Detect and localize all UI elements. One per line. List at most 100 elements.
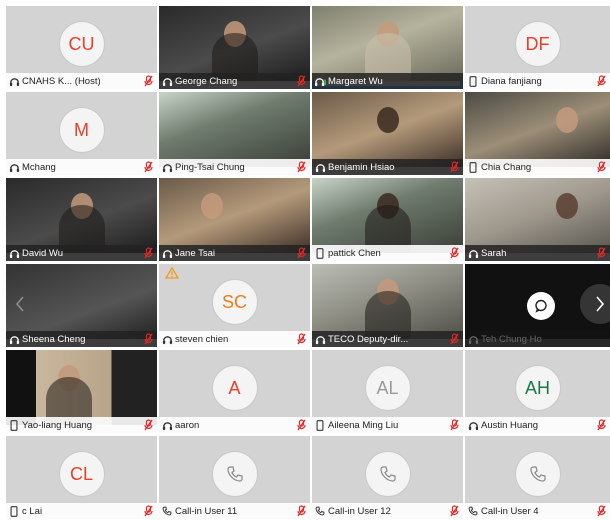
avatar: M [58, 107, 105, 153]
call-in-icon [312, 506, 328, 516]
avatar-initials: DF [525, 33, 550, 54]
mic-off-icon [142, 161, 154, 173]
participant-tile[interactable]: Sarah [465, 178, 610, 261]
video-feed [312, 6, 463, 81]
participant-tile[interactable]: A aaron [159, 350, 310, 433]
participant-name: Call-in User 4 [481, 505, 539, 517]
phone-device-icon [465, 75, 481, 87]
participant-tile[interactable]: Call-in User 4 [465, 436, 610, 519]
video-feed [312, 264, 463, 339]
video-feed [465, 92, 610, 167]
participant-tile[interactable]: M Mchang [6, 92, 157, 175]
participant-tile[interactable]: Ping-Tsai Chung [159, 92, 310, 175]
mic-off-icon [448, 333, 460, 345]
audio-active-icon [312, 76, 328, 87]
name-bar: Jane Tsai [159, 245, 310, 261]
name-bar: George Chang [159, 73, 310, 89]
previous-page-button[interactable] [12, 292, 28, 316]
participant-tile[interactable]: Benjamin Hsiao [312, 92, 463, 175]
video-face [555, 193, 578, 219]
mic-off-icon [142, 333, 154, 345]
participant-name: steven chien [175, 333, 229, 345]
video-face [555, 107, 578, 133]
participant-name: Teh Chung Ho [481, 333, 542, 345]
participant-tile[interactable]: SC steven chien [159, 264, 310, 347]
mic-off-icon [595, 419, 607, 431]
headphone-icon [6, 76, 22, 87]
participant-name: Chia Chang [481, 161, 532, 173]
mic-off-icon [295, 161, 307, 173]
video-feed [312, 178, 463, 253]
avatar-initials: M [74, 119, 89, 140]
participant-name: Mchang [22, 161, 56, 173]
video-face [200, 193, 223, 219]
headphone-icon [312, 162, 328, 173]
name-bar: Teh Chung Ho [465, 331, 610, 347]
participant-tile[interactable]: Call-in User 11 [159, 436, 310, 519]
video-feed [159, 6, 310, 81]
name-bar: CNAHS K... (Host) [6, 73, 157, 89]
participant-tile[interactable]: DF Diana fanjiang [465, 6, 610, 89]
name-bar: Call-in User 11 [159, 503, 310, 519]
participant-name: George Chang [175, 75, 238, 87]
participant-tile[interactable]: AL Aileena Ming Liu [312, 350, 463, 433]
participant-tile[interactable]: pattick Chen [312, 178, 463, 261]
participant-tile-active[interactable]: Margaret Wu [312, 6, 463, 89]
participant-name: Benjamin Hsiao [328, 161, 395, 173]
participant-name: TECO Deputy-dir... [328, 333, 409, 345]
avatar: AH [514, 365, 561, 411]
phone-device-icon [312, 419, 328, 431]
call-in-icon [159, 506, 175, 516]
name-bar: Ping-Tsai Chung [159, 159, 310, 175]
phone-avatar [514, 451, 561, 497]
phone-device-icon [312, 247, 328, 259]
mic-off-icon [448, 247, 460, 259]
name-bar: Sheena Cheng [6, 331, 157, 347]
headphone-icon [465, 420, 481, 431]
participant-tile[interactable]: AH Austin Huang [465, 350, 610, 433]
participant-name: David Wu [22, 247, 64, 259]
mic-off-icon [295, 333, 307, 345]
avatar: DF [514, 21, 561, 67]
participant-name: Aileena Ming Liu [328, 419, 399, 431]
participant-name: Jane Tsai [175, 247, 215, 259]
chat-button[interactable] [527, 292, 555, 320]
participant-name: Sheena Cheng [22, 333, 86, 345]
participant-tile[interactable]: CU CNAHS K... (Host) [6, 6, 157, 89]
name-bar: pattick Chen [312, 245, 463, 261]
participant-name: pattick Chen [328, 247, 381, 259]
video-feed [6, 178, 157, 253]
participant-tile[interactable]: David Wu [6, 178, 157, 261]
name-bar: Call-in User 12 [312, 503, 463, 519]
participant-tile[interactable]: CL c Lai [6, 436, 157, 519]
mic-off-icon [595, 161, 607, 173]
participant-tile[interactable]: George Chang [159, 6, 310, 89]
video-feed [6, 350, 157, 425]
headphone-icon [159, 248, 175, 259]
participant-name: Sarah [481, 247, 507, 259]
name-bar: Diana fanjiang [465, 73, 610, 89]
call-in-icon [465, 506, 481, 516]
participant-name: Austin Huang [481, 419, 539, 431]
avatar: A [211, 365, 258, 411]
avatar-initials: CL [69, 463, 93, 484]
name-bar: Call-in User 4 [465, 503, 610, 519]
video-feed [6, 264, 157, 339]
participant-tile[interactable]: TECO Deputy-dir... [312, 264, 463, 347]
participant-name: Yao-liang Huang [22, 419, 93, 431]
participant-tile[interactable]: Yao-liang Huang [6, 350, 157, 433]
name-bar: TECO Deputy-dir... [312, 331, 463, 347]
avatar: CU [58, 21, 105, 67]
participant-tile[interactable]: Jane Tsai [159, 178, 310, 261]
participant-tile[interactable]: Chia Chang [465, 92, 610, 175]
participant-tile[interactable]: Call-in User 12 [312, 436, 463, 519]
phone-device-icon [6, 505, 22, 517]
headphone-icon [6, 162, 22, 173]
warning-icon [165, 267, 179, 279]
participant-tile[interactable]: Teh Chung Ho [465, 264, 610, 347]
mic-off-icon [142, 247, 154, 259]
avatar-initials: CU [68, 33, 95, 54]
participant-name: Margaret Wu [328, 75, 383, 87]
participant-tile[interactable]: Sheena Cheng [6, 264, 157, 347]
phone-avatar [364, 451, 411, 497]
